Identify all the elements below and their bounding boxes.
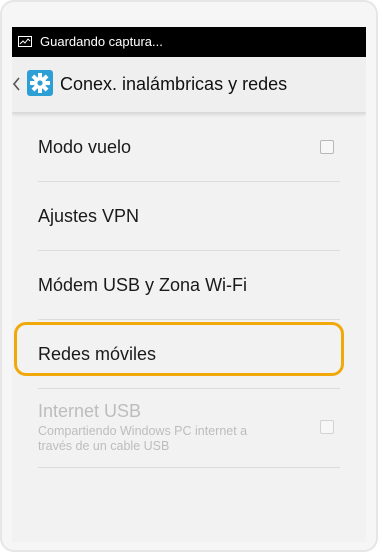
modo-vuelo-checkbox[interactable]: [320, 140, 334, 154]
status-text: Guardando captura...: [40, 34, 163, 49]
item-label: Módem USB y Zona Wi-Fi: [38, 275, 248, 295]
list-item-modem-usb[interactable]: Módem USB y Zona Wi-Fi: [38, 251, 340, 320]
item-summary: Compartiendo Windows PC internet a travé…: [38, 424, 248, 453]
page-title: Conex. inalámbricas y redes: [60, 74, 288, 94]
list-item-ajustes-vpn[interactable]: Ajustes VPN: [38, 182, 340, 251]
settings-list: Modo vuelo Ajustes VPN Módem USB y Zona …: [12, 113, 366, 468]
item-label: Ajustes VPN: [38, 206, 140, 226]
screenshot-frame: Guardando captura... Conex. inalámbricas…: [0, 0, 378, 552]
list-item-internet-usb: Internet USB Compartiendo Windows PC int…: [38, 389, 340, 468]
back-chevron-icon[interactable]: [12, 76, 22, 92]
list-item-modo-vuelo[interactable]: Modo vuelo: [38, 113, 340, 182]
action-bar: Conex. inalámbricas y redes: [12, 57, 366, 113]
settings-gear-icon[interactable]: [27, 70, 53, 96]
item-label: Internet USB: [38, 401, 142, 421]
item-label: Modo vuelo: [38, 137, 132, 157]
phone-screen: Guardando captura... Conex. inalámbricas…: [12, 27, 366, 542]
highlight-annotation: [14, 322, 344, 376]
screenshot-icon: [18, 36, 32, 47]
status-bar: Guardando captura...: [12, 27, 366, 57]
internet-usb-checkbox: [320, 420, 334, 434]
